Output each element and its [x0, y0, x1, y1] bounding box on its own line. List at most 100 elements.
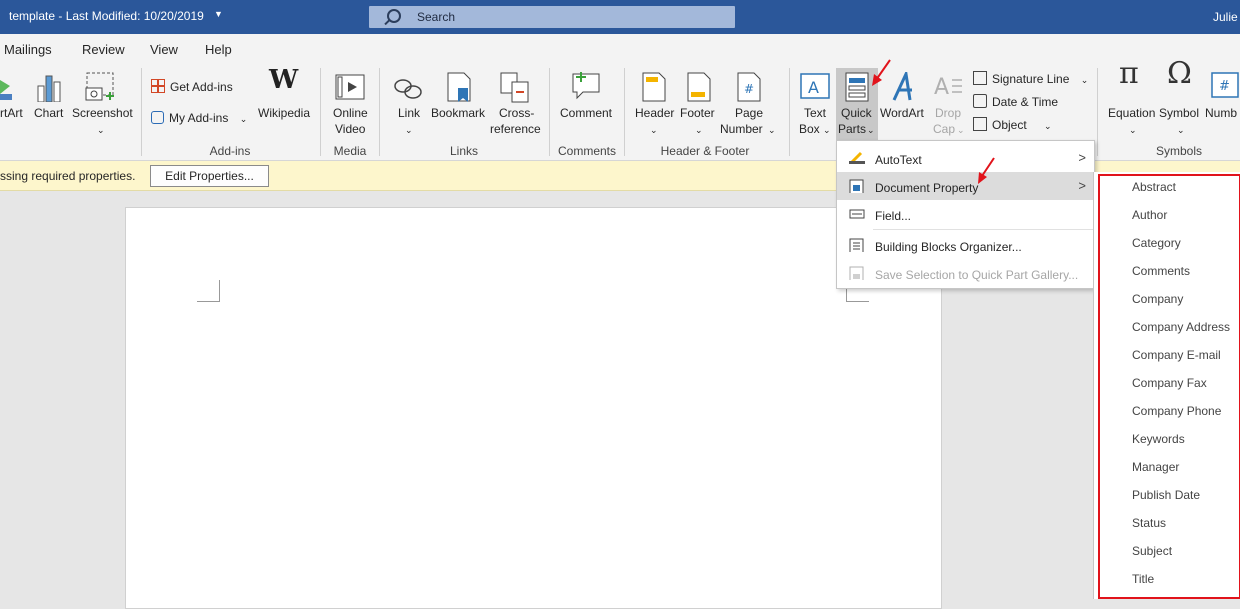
document-page[interactable]: [125, 207, 942, 609]
chevron-down-icon: ⌄: [768, 125, 776, 135]
number-icon: #: [1211, 72, 1239, 98]
group-label-links: Links: [449, 144, 478, 158]
svg-text:#: #: [1219, 79, 1230, 94]
chart-icon: [37, 75, 61, 102]
property-item-category[interactable]: Category: [1132, 236, 1181, 250]
symbol-label: Symbol: [1159, 106, 1200, 120]
building-blocks-icon: [849, 238, 864, 252]
tab-review[interactable]: Review: [82, 42, 125, 57]
property-item-publish-date[interactable]: Publish Date: [1132, 488, 1200, 502]
drop-cap-label-2: Cap: [933, 122, 956, 136]
video-icon: [335, 74, 365, 100]
tab-help[interactable]: Help: [205, 42, 232, 57]
menu-item-autotext[interactable]: AutoText >: [837, 144, 1094, 172]
signature-line-button[interactable]: Signature Line ⌄: [973, 71, 1088, 86]
symbol-button[interactable]: Ω Symbol ⌄: [1157, 59, 1203, 142]
cross-reference-button[interactable]: Cross- reference: [490, 72, 542, 142]
chart-label: Chart: [34, 106, 64, 120]
store-icon: [151, 79, 165, 93]
property-item-author[interactable]: Author: [1132, 208, 1167, 222]
property-item-keywords[interactable]: Keywords: [1132, 432, 1185, 446]
page-number-label-1: Page: [735, 106, 764, 120]
online-video-label-1: Online: [333, 106, 368, 120]
screenshot-button[interactable]: Screenshot ⌄: [70, 72, 133, 142]
chevron-down-icon: ⌄: [1177, 125, 1185, 135]
autotext-icon: [849, 151, 865, 165]
property-item-subject[interactable]: Subject: [1132, 544, 1172, 558]
get-addins-button[interactable]: Get Add-ins: [151, 79, 233, 94]
equation-button[interactable]: π Equation ⌄: [1105, 59, 1159, 142]
wikipedia-button[interactable]: W Wikipedia: [255, 67, 315, 132]
menu-item-field[interactable]: Field...: [837, 200, 1094, 228]
link-button[interactable]: Link ⌄: [390, 72, 426, 142]
omega-icon: Ω: [1167, 56, 1192, 91]
property-item-status[interactable]: Status: [1132, 516, 1166, 530]
my-addins-button[interactable]: My Add-ins ⌄: [151, 111, 247, 125]
my-addins-label: My Add-ins: [169, 111, 229, 125]
drop-cap-label-1: Drop: [935, 106, 962, 120]
bookmark-button[interactable]: Bookmark: [430, 72, 488, 132]
group-separator: [789, 68, 790, 156]
property-item-title[interactable]: Title: [1132, 572, 1154, 586]
number-label: Numb: [1205, 106, 1238, 120]
puzzle-icon: [151, 111, 164, 124]
document-title[interactable]: template - Last Modified: 10/20/2019: [9, 9, 204, 23]
object-button[interactable]: Object ⌄: [973, 117, 1052, 132]
chevron-down-icon: ⌄: [1080, 75, 1089, 85]
property-item-company[interactable]: Company: [1132, 292, 1183, 306]
property-item-company-address[interactable]: Company Address: [1132, 320, 1230, 334]
footer-button[interactable]: Footer ⌄: [677, 72, 721, 142]
online-video-label-2: Video: [335, 122, 366, 136]
document-property-icon: [849, 179, 864, 193]
menu-item-save-selection: Save Selection to Quick Part Gallery...: [837, 259, 1094, 287]
page-number-button[interactable]: # Page Number ⌄: [720, 72, 778, 142]
group-separator: [379, 68, 380, 156]
online-video-button[interactable]: Online Video: [327, 72, 373, 142]
menu-item-label: AutoText: [875, 153, 922, 167]
property-item-manager[interactable]: Manager: [1132, 460, 1179, 474]
drop-cap-button[interactable]: A Drop Cap ⌄: [930, 72, 966, 142]
property-item-company-email[interactable]: Company E-mail: [1132, 348, 1221, 362]
menu-item-document-property[interactable]: Document Property >: [837, 172, 1094, 200]
link-label: Link: [398, 106, 421, 120]
user-name[interactable]: Julie: [1213, 10, 1238, 24]
tab-mailings[interactable]: Mailings: [4, 42, 52, 57]
header-label: Header: [635, 106, 675, 120]
cross-reference-label-1: Cross-: [499, 106, 535, 120]
smartart-button[interactable]: rtArt: [0, 72, 26, 132]
tab-view[interactable]: View: [150, 42, 178, 57]
group-separator: [549, 68, 550, 156]
quick-parts-menu: AutoText > Document Property > Field... …: [836, 140, 1095, 289]
text-box-icon: A: [800, 73, 830, 99]
chevron-down-icon: ⌄: [1044, 121, 1052, 131]
chevron-down-icon[interactable]: ▼: [214, 9, 223, 19]
property-item-company-fax[interactable]: Company Fax: [1132, 376, 1207, 390]
chevron-down-icon: ⌄: [957, 125, 965, 135]
text-box-button[interactable]: A Text Box ⌄: [797, 72, 833, 142]
object-label: Object: [992, 118, 1027, 132]
group-separator: [141, 68, 142, 156]
comment-button[interactable]: Comment: [557, 72, 617, 132]
menu-item-building-blocks-organizer[interactable]: Building Blocks Organizer...: [837, 231, 1094, 259]
pi-icon: π: [1119, 56, 1139, 91]
number-button[interactable]: # Numb: [1203, 72, 1240, 132]
cross-reference-icon: [500, 72, 529, 103]
chevron-down-icon: ⌄: [239, 114, 248, 124]
chevron-down-icon: ⌄: [97, 125, 105, 135]
property-item-comments[interactable]: Comments: [1132, 264, 1190, 278]
property-item-company-phone[interactable]: Company Phone: [1132, 404, 1221, 418]
header-button[interactable]: Header ⌄: [632, 72, 676, 142]
chart-button[interactable]: Chart: [33, 72, 65, 132]
edit-properties-button[interactable]: Edit Properties...: [150, 165, 269, 187]
property-item-abstract[interactable]: Abstract: [1132, 180, 1176, 194]
annotation-arrow-icon: [978, 157, 995, 184]
smartart-label: rtArt: [0, 106, 23, 120]
annotation-arrow-icon: [872, 59, 891, 86]
date-time-button[interactable]: Date & Time: [973, 94, 1058, 109]
search-box[interactable]: Search: [369, 6, 735, 28]
menu-item-label: Document Property: [875, 181, 979, 195]
date-time-label: Date & Time: [992, 95, 1059, 109]
text-box-label-1: Text: [804, 106, 827, 120]
drop-cap-icon: A: [934, 75, 962, 100]
header-icon: [642, 72, 666, 102]
